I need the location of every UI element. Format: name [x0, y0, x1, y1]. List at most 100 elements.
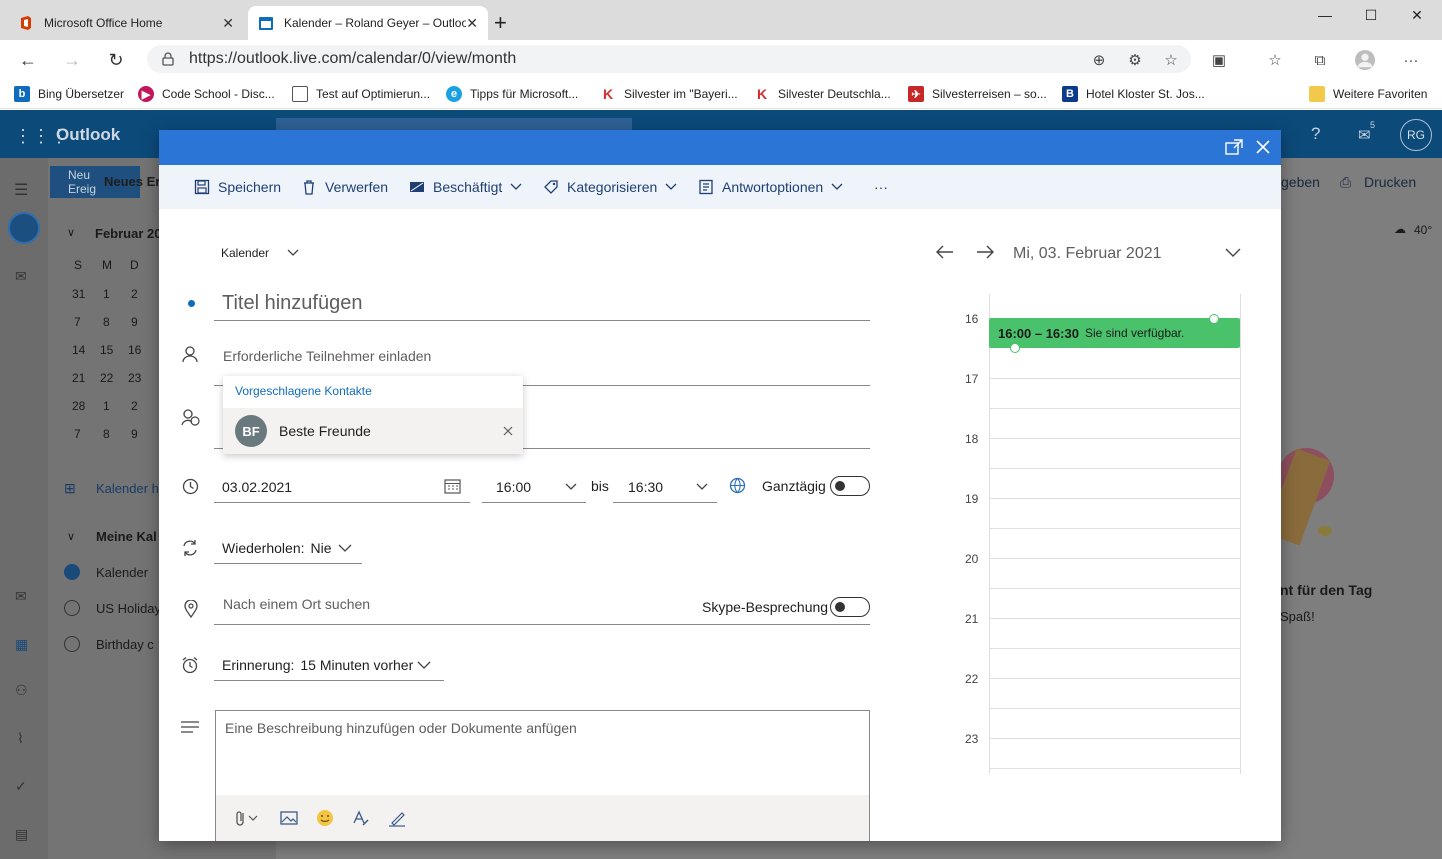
favorite-item[interactable]: K Silvester Deutschla...	[754, 84, 891, 104]
reminder-dropdown[interactable]: Erinnerung: 15 Minuten vorher	[222, 657, 431, 673]
forward-icon[interactable]: →	[59, 47, 85, 73]
favorite-item[interactable]: ▶ Code School - Disc...	[138, 84, 275, 104]
attachment-icon[interactable]: ⌇	[17, 730, 24, 747]
day-cell[interactable]: 28	[72, 399, 85, 413]
tab-outlook-calendar[interactable]: Kalender – Roland Geyer – Outlook ✕	[248, 6, 488, 40]
people-icon[interactable]: ⚇	[15, 682, 28, 699]
day-cell[interactable]: 23	[128, 371, 141, 385]
emoji-icon[interactable]	[314, 807, 336, 829]
add-calendar-link[interactable]: Kalender h	[96, 481, 159, 496]
chevron-down-icon[interactable]	[246, 807, 260, 829]
close-window-icon[interactable]: ✕	[1394, 4, 1440, 26]
mail-icon[interactable]: ✉	[15, 268, 27, 285]
day-cell[interactable]: 8	[103, 427, 110, 441]
collections-icon[interactable]: ⧉	[1310, 50, 1330, 70]
day-cell[interactable]: 1	[103, 399, 110, 413]
day-cell[interactable]: 2	[131, 399, 138, 413]
favorite-item[interactable]: b Bing Übersetzer	[14, 84, 124, 104]
help-icon[interactable]: ?	[1311, 124, 1320, 144]
tab-office-home[interactable]: Microsoft Office Home ✕	[8, 6, 244, 40]
favorite-item[interactable]: Test auf Optimierun...	[292, 84, 430, 104]
hamburger-icon[interactable]: ☰	[14, 180, 28, 200]
refresh-icon[interactable]: ↻	[103, 47, 129, 73]
add-favorite-icon[interactable]: ☆	[1161, 50, 1181, 70]
day-cell[interactable]: 7	[74, 427, 81, 441]
new-label[interactable]: Neues Er	[104, 174, 160, 189]
calendar-item[interactable]: Kalender	[96, 565, 148, 580]
avatar[interactable]: RG	[1400, 119, 1432, 151]
favorites-icon[interactable]: ☆	[1265, 50, 1285, 70]
day-cell[interactable]: 8	[103, 315, 110, 329]
day-cell[interactable]: 21	[72, 371, 85, 385]
outlook-mail-icon[interactable]	[8, 212, 40, 244]
image-icon[interactable]	[278, 807, 300, 829]
profile-icon[interactable]	[1355, 50, 1375, 70]
start-time-input[interactable]: 16:00	[496, 479, 531, 495]
menu-icon[interactable]: ···	[1401, 50, 1421, 70]
minimize-icon[interactable]: —	[1302, 4, 1348, 26]
day-cell[interactable]: 7	[74, 315, 81, 329]
next-day-icon[interactable]	[976, 245, 994, 259]
calendar-item[interactable]: Birthday c	[96, 637, 154, 652]
favorite-item[interactable]: K Silvester im "Bayeri...	[600, 84, 738, 104]
location-input[interactable]: Nach einem Ort suchen	[223, 596, 370, 612]
unchecked-icon[interactable]	[64, 636, 80, 652]
repeat-dropdown[interactable]: Wiederholen: Nie	[222, 540, 352, 556]
signature-icon[interactable]	[386, 807, 408, 829]
title-input[interactable]: Titel hinzufügen	[222, 292, 362, 315]
previous-day-icon[interactable]	[936, 245, 954, 259]
tracking-prevention-icon[interactable]: ⚙	[1125, 50, 1145, 70]
day-cell[interactable]: 1	[103, 287, 110, 301]
calendar-icon[interactable]: ▦	[15, 636, 28, 653]
add-calendar-icon[interactable]: ⊞	[64, 480, 76, 497]
new-tab-button[interactable]: +	[490, 6, 520, 40]
office-extension-icon[interactable]: ▣	[1209, 50, 1229, 70]
favorite-item[interactable]: ✈ Silvesterreisen – so...	[908, 84, 1047, 104]
end-time-input[interactable]: 16:30	[628, 479, 663, 495]
todo-icon[interactable]: ✓	[15, 778, 27, 795]
yammer-icon[interactable]: ▤	[15, 826, 28, 843]
close-icon[interactable]	[1256, 140, 1270, 154]
favorite-item[interactable]: B Hotel Kloster St. Jos...	[1062, 84, 1205, 104]
calendar-picker-icon[interactable]	[444, 478, 461, 494]
collapse-icon[interactable]: ∨	[67, 226, 75, 239]
resize-handle-bottom[interactable]	[1010, 343, 1020, 353]
notifications-icon[interactable]: ✉	[1358, 126, 1371, 144]
checked-icon[interactable]	[64, 564, 80, 580]
close-tab-icon[interactable]: ✕	[222, 15, 234, 32]
description-editor[interactable]: Eine Beschreibung hinzufügen oder Dokume…	[215, 710, 870, 841]
skype-toggle[interactable]	[830, 597, 870, 617]
print-icon[interactable]: ⎙	[1340, 174, 1351, 191]
day-cell[interactable]: 22	[100, 371, 113, 385]
day-cell[interactable]: 9	[131, 315, 138, 329]
discard-button[interactable]: Verwerfen	[301, 177, 388, 197]
close-tab-icon[interactable]: ✕	[466, 15, 478, 32]
chevron-down-icon[interactable]	[696, 483, 708, 491]
attendees-input[interactable]: Erforderliche Teilnehmer einladen	[223, 348, 431, 364]
calendar-select[interactable]: Kalender	[221, 246, 299, 260]
day-cell[interactable]: 14	[72, 343, 85, 357]
chevron-down-icon[interactable]	[1225, 248, 1241, 258]
day-cell[interactable]: 9	[131, 427, 138, 441]
response-options-dropdown[interactable]: Antwortoptionen	[698, 177, 843, 197]
back-icon[interactable]: ←	[15, 47, 41, 73]
favorite-item[interactable]: e Tipps für Microsoft...	[446, 84, 578, 104]
start-date-input[interactable]: 03.02.2021	[222, 479, 292, 495]
day-cell[interactable]: 15	[100, 343, 113, 357]
resize-handle-top[interactable]	[1209, 314, 1219, 324]
pop-out-icon[interactable]	[1225, 139, 1243, 155]
chevron-down-icon[interactable]	[565, 483, 577, 491]
url-field[interactable]: https://outlook.live.com/calendar/0/view…	[147, 45, 1191, 73]
more-options-button[interactable]: ···	[874, 177, 888, 197]
time-zone-icon[interactable]	[729, 477, 746, 494]
day-cell[interactable]: 16	[128, 343, 141, 357]
categorize-dropdown[interactable]: Kategorisieren	[543, 177, 677, 197]
day-cell[interactable]: 2	[131, 287, 138, 301]
format-painter-icon[interactable]	[350, 807, 372, 829]
busy-dropdown[interactable]: Beschäftigt	[409, 177, 522, 197]
remove-suggestion-icon[interactable]	[503, 426, 513, 436]
share-label[interactable]: geben	[1281, 174, 1320, 190]
contact-suggestion[interactable]: BF Beste Freunde	[223, 408, 523, 454]
day-cell[interactable]: 31	[72, 287, 85, 301]
event-block[interactable]: 16:00 – 16:30 Sie sind verfügbar.	[989, 318, 1240, 348]
